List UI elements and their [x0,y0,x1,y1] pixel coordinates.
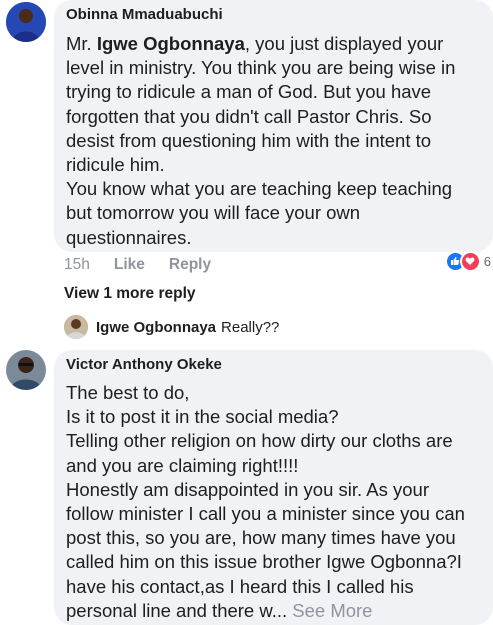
comment-line: The best to do, [66,382,190,403]
mention-link[interactable]: Igwe Ogbonnaya [97,33,245,54]
comment-bubble-obinna: Obinna Mmaduabuchi Mr. Igwe Ogbonnaya, y… [54,0,493,252]
reactions-summary[interactable]: 6 [445,250,491,272]
comment-line: Telling other religion on how dirty our … [66,430,453,452]
comment-line: have his contact,as I heard this I calle… [66,575,414,597]
comment-author[interactable]: Victor Anthony Okeke [66,356,222,373]
comment-body: The best to do, Is it to post it in the … [66,381,465,623]
reply-preview[interactable]: Igwe Ogbonnaya Really?? [64,313,279,341]
comment-line: level in ministry. You think you are bei… [66,57,456,79]
comment-line: personal line and there w... See More [66,599,465,623]
comment-line: You know what you are teaching keep teac… [66,178,453,200]
timestamp[interactable]: 15h [64,256,90,274]
see-more-link[interactable]: See More [292,600,372,621]
comment-line: called him on this issue brother Igwe Og… [66,551,462,573]
view-more-replies-link[interactable]: View 1 more reply [64,285,196,303]
avatar-igwe[interactable] [64,315,88,339]
comment-line: trying to ridicule a man of God. But you… [66,81,432,103]
reply-text: Really?? [221,318,280,336]
comment-line: follow minister I call you a minister si… [66,503,465,525]
comment-line: but tomorrow you will face your own [66,202,361,224]
comment-line: and you are claiming right!!!! [66,454,299,476]
like-button[interactable]: Like [114,256,145,274]
comment-line: Mr. Igwe Ogbonnaya, you just displayed y… [66,32,455,56]
comment-line: post this, so you are, how many times ha… [66,527,456,549]
comment-line: ridicule him. [66,154,165,176]
comment-line: Honestly am disappointed in you sir. As … [66,478,429,500]
love-icon [459,250,481,272]
comment-line: questionnaires. [66,226,192,248]
avatar-victor[interactable] [6,350,46,390]
comment-text: personal line and there w... [66,599,288,621]
comment-line: Is it to post it in the social media? [66,406,339,428]
comment-body: Mr. Igwe Ogbonnaya, you just displayed y… [66,32,455,250]
comment-text: , you just displayed your [244,33,444,54]
comment-author[interactable]: Obinna Mmaduabuchi [66,6,223,23]
comment-text: Mr. [66,33,97,54]
reply-button[interactable]: Reply [169,256,211,274]
reply-author[interactable]: Igwe Ogbonnaya [96,319,216,336]
reaction-count: 6 [483,253,491,269]
comment-line: desist from questioning him with the int… [66,129,432,151]
comment-actions: 15h Like Reply [64,256,211,274]
avatar-obinna[interactable] [6,2,46,42]
comment-line: forgotten that you didn't call Pastor Ch… [66,105,432,127]
comment-bubble-victor: Victor Anthony Okeke The best to do, Is … [54,350,493,625]
